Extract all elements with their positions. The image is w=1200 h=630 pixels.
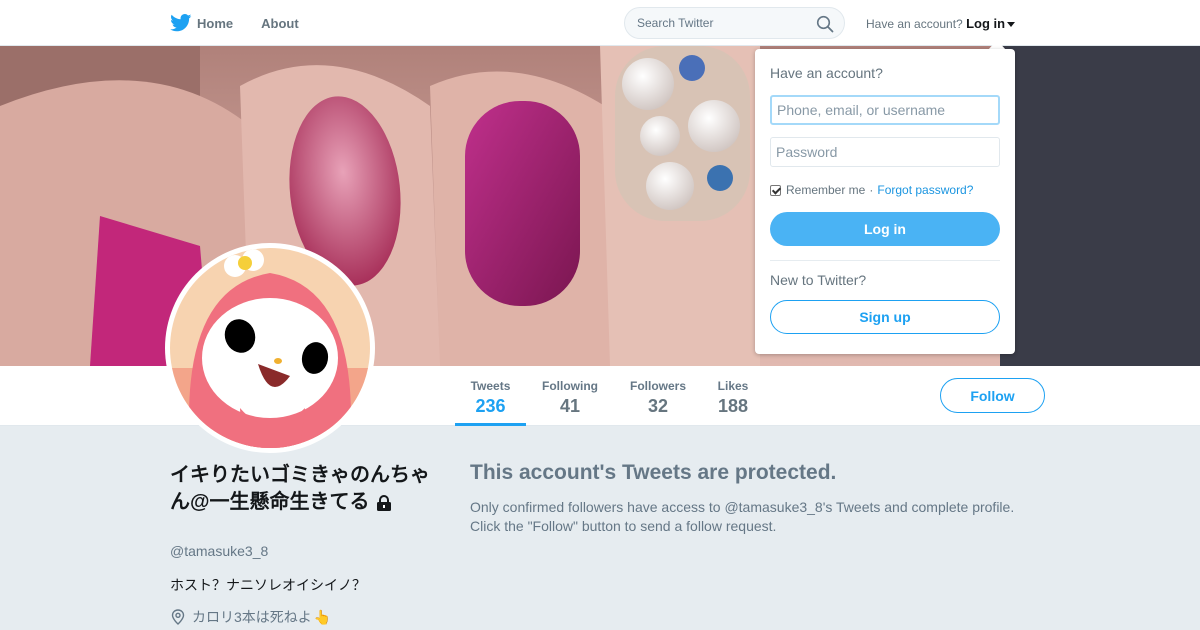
dropdown-divider: [770, 260, 1000, 261]
account-login-toggle: Have an account? Log in: [866, 16, 1016, 31]
screen-name[interactable]: @tamasuke3_8: [170, 543, 268, 559]
search-box: [624, 7, 845, 39]
login-dropdown: Have an account? Remember me · Forgot pa…: [755, 49, 1015, 354]
profile-location: カロリ3本は死ねよ 👆: [170, 607, 331, 627]
caret-down-icon: [1007, 22, 1016, 28]
separator-dot: ·: [869, 183, 874, 197]
avatar[interactable]: [165, 243, 375, 453]
stat-following-label: Following: [542, 379, 598, 393]
stat-likes-label: Likes: [717, 379, 749, 393]
forgot-password-link[interactable]: Forgot password?: [877, 183, 973, 197]
nav-home-link[interactable]: Home: [170, 14, 233, 32]
account-prompt: Have an account?: [866, 17, 963, 31]
login-dropdown-toggle[interactable]: Log in: [966, 16, 1016, 31]
stat-followers-label: Followers: [629, 379, 686, 393]
username-input[interactable]: [770, 95, 1000, 125]
protected-heading: This account's Tweets are protected.: [470, 461, 837, 484]
follow-button[interactable]: Follow: [940, 378, 1045, 413]
login-button[interactable]: Log in: [770, 212, 1000, 246]
search-icon[interactable]: [816, 15, 834, 33]
location-emoji: 👆: [313, 608, 332, 625]
stat-likes[interactable]: Likes 188: [712, 366, 754, 426]
location-pin-icon: [171, 609, 185, 625]
nav-about-link[interactable]: About: [261, 16, 299, 31]
stat-likes-value: 188: [717, 396, 749, 416]
login-toggle-label: Log in: [966, 16, 1006, 31]
protected-line-2: Click the "Follow" button to send a foll…: [470, 518, 777, 534]
protected-message: Only confirmed followers have access to …: [470, 498, 1030, 536]
profile-location-text: カロリ3本は死ねよ: [192, 609, 312, 625]
search-input[interactable]: [637, 16, 807, 30]
signup-button[interactable]: Sign up: [770, 300, 1000, 334]
password-input[interactable]: [770, 137, 1000, 167]
dropdown-title: Have an account?: [770, 65, 883, 81]
stat-followers[interactable]: Followers 32: [624, 366, 692, 426]
top-navigation-bar: Home About Have an account? Log in: [0, 0, 1200, 46]
stat-tweets[interactable]: Tweets 236: [455, 366, 526, 426]
protected-line-1: Only confirmed followers have access to …: [470, 499, 1015, 515]
twitter-bird-icon: [170, 14, 192, 32]
avatar-image: [170, 248, 370, 448]
lock-icon: [377, 494, 392, 511]
remember-me-checkbox[interactable]: [770, 184, 781, 196]
stat-tweets-label: Tweets: [470, 379, 511, 393]
stat-following[interactable]: Following 41: [536, 366, 604, 426]
remember-row: Remember me · Forgot password?: [770, 183, 973, 197]
nav-home-label: Home: [197, 15, 234, 31]
profile-bio: ホスト？ナニソレオイシイノ？: [170, 577, 366, 593]
nav-about-label: About: [261, 15, 299, 31]
nav-left: Home About: [170, 0, 327, 46]
stat-following-value: 41: [559, 396, 581, 416]
stat-followers-value: 32: [647, 396, 669, 416]
profile-name: イキりたいゴミきゃのんちゃん@一生懸命生きてる: [170, 462, 440, 516]
remember-me-label[interactable]: Remember me: [786, 183, 865, 197]
new-to-twitter-text: New to Twitter?: [770, 272, 867, 288]
stat-tweets-value: 236: [475, 396, 506, 416]
